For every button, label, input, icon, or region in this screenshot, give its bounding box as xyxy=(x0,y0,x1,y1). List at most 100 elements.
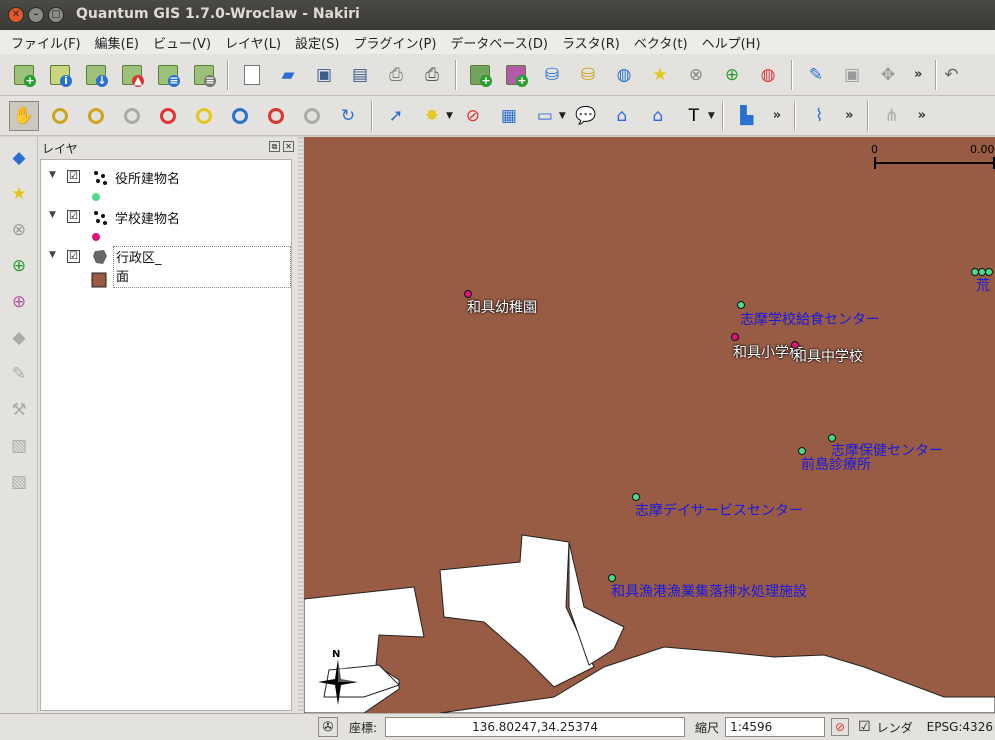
add-delimited-text-button[interactable]: ⛁ xyxy=(573,60,603,90)
stop-render-button[interactable]: ⊘ xyxy=(831,718,850,736)
map-tips-button[interactable]: 💬 xyxy=(571,101,601,131)
add-postgis-icon: ↓ xyxy=(86,64,108,87)
add-globe-layer-button[interactable]: ◍ xyxy=(609,60,639,90)
new-shapefile-button[interactable]: + xyxy=(465,60,495,90)
layer-properties-sidebar-button[interactable]: ▧ xyxy=(4,431,34,461)
measure-button[interactable]: ▭ xyxy=(530,101,560,131)
map-canvas[interactable]: 0 0.00 和具幼稚園 志摩学校給食センター 和具小学校 和具中学校 志摩保健… xyxy=(304,137,995,713)
toolbar-overflow-button[interactable]: » xyxy=(914,67,922,82)
scale-bar-button[interactable]: ▙ xyxy=(732,101,762,131)
zoom-out-button[interactable] xyxy=(81,101,111,131)
pan-map-button[interactable]: ✋ xyxy=(9,100,39,131)
chevron-down-icon[interactable]: ▼ xyxy=(559,111,566,121)
toolbar-overflow-button[interactable]: » xyxy=(845,108,853,123)
menu-database[interactable]: データベース(D) xyxy=(443,33,555,52)
office-point[interactable] xyxy=(737,301,745,309)
add-wms-layer-button[interactable]: ≡ xyxy=(153,60,183,90)
menu-settings[interactable]: 設定(S) xyxy=(288,33,346,52)
menu-view[interactable]: ビュー(V) xyxy=(146,33,218,52)
render-checkbox[interactable]: ☑ xyxy=(858,719,871,735)
collapse-arrow-icon[interactable]: ▼ xyxy=(49,170,56,180)
new-bookmark-button[interactable]: ★ xyxy=(645,60,675,90)
layer-item[interactable]: ▼ ☑ 役所建物名 xyxy=(41,164,291,204)
add-db-layer-button[interactable]: ⛁ xyxy=(537,60,567,90)
zoom-next-button[interactable] xyxy=(297,101,327,131)
minimize-window-button[interactable]: – xyxy=(28,7,44,23)
menu-raster[interactable]: ラスタ(R) xyxy=(555,33,627,52)
zoom-selection-button[interactable] xyxy=(153,101,183,131)
chevron-down-icon[interactable]: ▼ xyxy=(708,111,715,121)
zoom-layer-button[interactable] xyxy=(189,101,219,131)
collapse-arrow-icon[interactable]: ▼ xyxy=(49,250,56,260)
edit-layer-sidebar-button[interactable]: ◆ xyxy=(4,323,34,353)
add-postgis-layer-button[interactable]: ↓ xyxy=(81,60,111,90)
layer-overview-sidebar-button[interactable]: ▧ xyxy=(4,467,34,497)
save-project-button[interactable]: ▣ xyxy=(309,60,339,90)
zoom-in-button[interactable] xyxy=(45,101,75,131)
add-wfs-layer-button[interactable]: ≡ xyxy=(189,60,219,90)
add-layer-plus-button[interactable]: ⊕ xyxy=(717,60,747,90)
remove-layer-button[interactable]: ⊗ xyxy=(681,60,711,90)
close-panel-button[interactable]: ✕ xyxy=(283,141,294,152)
print-button[interactable]: ⎙ xyxy=(417,60,447,90)
add-spatialite-sidebar-button[interactable]: ⊕ xyxy=(4,287,34,317)
menu-help[interactable]: ヘルプ(H) xyxy=(695,33,768,52)
refresh-button[interactable]: ↻ xyxy=(333,101,363,131)
maximize-window-button[interactable]: □ xyxy=(48,7,64,23)
coordinate-toggle-button[interactable]: ✇ xyxy=(318,717,338,737)
add-shapefile-sidebar-button[interactable]: ⊕ xyxy=(4,251,34,281)
layer-item[interactable]: ▼ ☑ 学校建物名 xyxy=(41,204,291,244)
scale-field[interactable]: 1:4596 xyxy=(725,717,826,737)
school-point[interactable] xyxy=(731,333,739,341)
add-vector-layer-button[interactable]: + xyxy=(9,60,39,90)
add-favorite-sidebar-button[interactable]: ★ xyxy=(4,179,34,209)
menu-layer[interactable]: レイヤ(L) xyxy=(218,33,288,52)
move-feature-button[interactable]: ✥ xyxy=(873,60,903,90)
menu-file[interactable]: ファイル(F) xyxy=(4,33,88,52)
zoom-last-button[interactable] xyxy=(225,101,255,131)
menu-plugins[interactable]: プラグイン(P) xyxy=(346,33,443,52)
add-wms-globe-button[interactable]: ◍ xyxy=(753,60,783,90)
collapse-arrow-icon[interactable]: ▼ xyxy=(49,210,56,220)
layer-visibility-checkbox[interactable]: ☑ xyxy=(67,170,80,183)
toolbar-separator xyxy=(455,59,457,90)
capture-line-sidebar-button[interactable]: ✎ xyxy=(4,359,34,389)
add-raster-layer-button[interactable]: i xyxy=(45,60,75,90)
layer-visibility-checkbox[interactable]: ☑ xyxy=(67,250,80,263)
save-edits-button[interactable]: ▣ xyxy=(837,60,867,90)
layer-item[interactable]: ▼ ☑ 行政区_面 xyxy=(41,244,291,288)
crs-button[interactable]: EPSG:4326 xyxy=(927,720,993,734)
remove-layer-sidebar-button[interactable]: ⊗ xyxy=(4,215,34,245)
show-bookmarks-button[interactable]: ⌂ xyxy=(643,101,673,131)
toggle-editing-button[interactable]: ✎ xyxy=(801,60,831,90)
undo-button[interactable]: ↶ xyxy=(944,60,958,90)
deselect-features-button[interactable]: ⊘ xyxy=(458,101,488,131)
text-annotation-button[interactable]: T xyxy=(679,101,709,131)
digitize-button[interactable]: ⌇ xyxy=(804,101,834,131)
toolbar-overflow-button[interactable]: » xyxy=(918,108,926,123)
zoom-previous-button[interactable] xyxy=(261,101,291,131)
zoom-full-button[interactable] xyxy=(117,101,147,131)
menu-edit[interactable]: 編集(E) xyxy=(88,33,146,52)
select-features-button[interactable]: ✸ xyxy=(417,101,447,131)
close-window-button[interactable]: ✕ xyxy=(8,7,24,23)
save-as-project-button[interactable]: ▤ xyxy=(345,60,375,90)
panel-splitter[interactable] xyxy=(298,137,303,713)
new-project-button[interactable] xyxy=(237,60,267,90)
toolbar-overflow-button[interactable]: » xyxy=(773,108,781,123)
coord-field[interactable]: 136.80247,34.25374 xyxy=(385,717,686,737)
new-bookmark-button[interactable]: ⌂ xyxy=(607,101,637,131)
identify-features-button[interactable]: ➚ xyxy=(381,101,411,131)
float-panel-button[interactable]: ⧉ xyxy=(269,141,280,152)
open-attribute-table-button[interactable]: ▦ xyxy=(494,101,524,131)
node-tool-button[interactable]: ⋔ xyxy=(877,101,907,131)
add-layer-sidebar-button[interactable]: ◆ xyxy=(4,143,34,173)
add-spatialite-layer-button[interactable]: ▲ xyxy=(117,60,147,90)
menu-vector[interactable]: ベクタ(t) xyxy=(627,33,695,52)
new-print-composer-button[interactable]: ⎙ xyxy=(381,60,411,90)
open-project-button[interactable]: ▰ xyxy=(273,60,303,90)
chevron-down-icon[interactable]: ▼ xyxy=(446,111,453,121)
new-spatialite-button[interactable]: + xyxy=(501,60,531,90)
delete-part-sidebar-button[interactable]: ⚒ xyxy=(4,395,34,425)
layer-visibility-checkbox[interactable]: ☑ xyxy=(67,210,80,223)
